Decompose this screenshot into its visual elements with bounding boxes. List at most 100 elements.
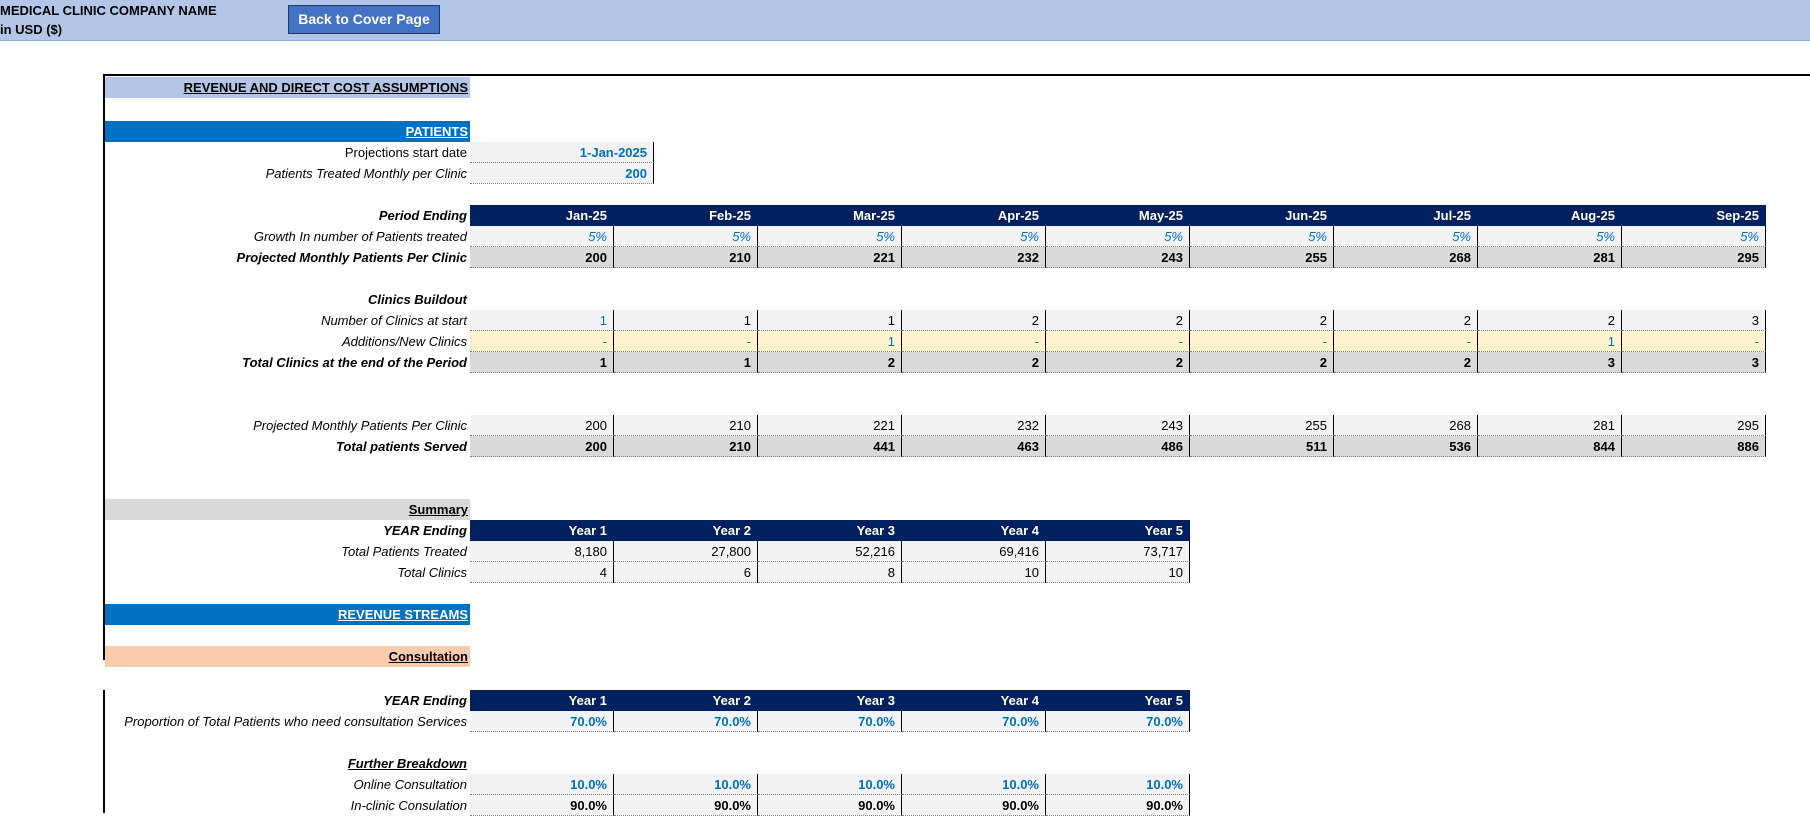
clinics-start-cell: 2 [1190,310,1334,331]
clinics-start-cell: 2 [1334,310,1478,331]
proportion-cell[interactable]: 70.0% [470,711,614,732]
projected-label: Projected Monthly Patients Per Clinic [236,250,467,265]
online-consult-cell[interactable]: 10.0% [758,774,902,795]
patients-per-clinic-label: Patients Treated Monthly per Clinic [265,166,467,181]
total-clinics-cell: 2 [1190,352,1334,373]
projected2-cell: 221 [758,415,902,436]
summary-patients-row: 8,180 27,800 52,216 69,416 73,717 [470,541,1190,562]
section-revenue-streams: REVENUE STREAMS [105,604,470,625]
projected-cell: 281 [1478,247,1622,268]
proportion-label: Proportion of Total Patients who need co… [124,714,467,729]
summary-year-header-cell: Year 2 [614,520,758,541]
month-header-cell: May-25 [1046,205,1190,226]
online-consult-cell[interactable]: 10.0% [614,774,758,795]
projected2-cell: 268 [1334,415,1478,436]
online-consult-row: 10.0% 10.0% 10.0% 10.0% 10.0% [470,774,1190,795]
summary-clinics-cell: 4 [470,562,614,583]
additions-cell[interactable]: - [1334,331,1478,352]
served-cell: 486 [1046,436,1190,457]
consult-year-header-cell: Year 2 [614,690,758,711]
consult-year-label: YEAR Ending [383,693,467,708]
clinics-start-cell: 2 [1046,310,1190,331]
additions-cell[interactable]: 1 [1478,331,1622,352]
summary-patients-cell: 73,717 [1046,541,1190,562]
projected2-cell: 232 [902,415,1046,436]
start-date-input[interactable]: 1-Jan-2025 [470,142,654,163]
proportion-cell[interactable]: 70.0% [758,711,902,732]
summary-year-row: Year 1 Year 2 Year 3 Year 4 Year 5 [470,520,1190,541]
summary-patients-cell: 52,216 [758,541,902,562]
online-consult-cell[interactable]: 10.0% [902,774,1046,795]
online-consult-label: Online Consultation [353,777,467,792]
projected-cell: 221 [758,247,902,268]
projected2-row: 200 210 221 232 243 255 268 281 295 [470,415,1766,436]
projected2-cell: 243 [1046,415,1190,436]
consult-year-header-cell: Year 1 [470,690,614,711]
projected2-cell: 210 [614,415,758,436]
online-consult-cell[interactable]: 10.0% [470,774,614,795]
served-cell: 210 [614,436,758,457]
total-clinics-cell: 2 [1334,352,1478,373]
served-label: Total patients Served [336,439,467,454]
projected-cell: 295 [1622,247,1766,268]
served-cell: 511 [1190,436,1334,457]
online-consult-cell[interactable]: 10.0% [1046,774,1190,795]
month-header-cell: Jul-25 [1334,205,1478,226]
growth-cell[interactable]: 5% [902,226,1046,247]
projected2-cell: 200 [470,415,614,436]
month-header-cell: Sep-25 [1622,205,1766,226]
projected-cell: 210 [614,247,758,268]
growth-cell[interactable]: 5% [614,226,758,247]
clinics-start-cell: 2 [902,310,1046,331]
growth-cell[interactable]: 5% [758,226,902,247]
summary-clinics-row: 4 6 8 10 10 [470,562,1190,583]
served-cell: 844 [1478,436,1622,457]
additions-cell[interactable]: - [614,331,758,352]
top-bar: MEDICAL CLINIC COMPANY NAME in USD ($) B… [0,0,1810,41]
consult-year-header-cell: Year 5 [1046,690,1190,711]
consult-year-header-cell: Year 4 [902,690,1046,711]
clinics-start-cell: 1 [470,310,614,331]
month-header-cell: Jan-25 [470,205,614,226]
company-name: MEDICAL CLINIC COMPANY NAME [0,3,217,18]
growth-cell[interactable]: 5% [1046,226,1190,247]
clinics-start-cell: 1 [758,310,902,331]
currency-label: in USD ($) [0,22,63,37]
proportion-cell[interactable]: 70.0% [902,711,1046,732]
growth-cell[interactable]: 5% [1190,226,1334,247]
month-header-cell: Aug-25 [1478,205,1622,226]
month-header-row: Jan-25 Feb-25 Mar-25 Apr-25 May-25 Jun-25 Jul-… [470,205,1766,226]
served-cell: 441 [758,436,902,457]
additions-cell[interactable]: - [902,331,1046,352]
served-cell: 200 [470,436,614,457]
section-consultation: Consultation [105,646,470,667]
month-header-cell: Jun-25 [1190,205,1334,226]
further-breakdown-label: Further Breakdown [347,756,467,771]
patients-per-clinic-input[interactable]: 200 [470,163,654,184]
summary-clinics-cell: 8 [758,562,902,583]
projected-cell: 232 [902,247,1046,268]
additions-cell[interactable]: - [470,331,614,352]
additions-label: Additions/New Clinics [342,334,467,349]
clinics-start-cell: 3 [1622,310,1766,331]
projected2-cell: 255 [1190,415,1334,436]
projected-cell: 200 [470,247,614,268]
growth-cell[interactable]: 5% [1334,226,1478,247]
additions-cell[interactable]: - [1190,331,1334,352]
growth-cell[interactable]: 5% [1622,226,1766,247]
section-patients: PATIENTS [105,121,470,142]
additions-cell[interactable]: 1 [758,331,902,352]
total-clinics-label: Total Clinics at the end of the Period [242,355,467,370]
projected2-cell: 295 [1622,415,1766,436]
back-to-cover-button[interactable]: Back to Cover Page [288,5,440,34]
proportion-cell[interactable]: 70.0% [1046,711,1190,732]
additions-cell[interactable]: - [1046,331,1190,352]
growth-cell[interactable]: 5% [1478,226,1622,247]
proportion-cell[interactable]: 70.0% [614,711,758,732]
additions-cell[interactable]: - [1622,331,1766,352]
growth-cell[interactable]: 5% [470,226,614,247]
proportion-row: 70.0% 70.0% 70.0% 70.0% 70.0% [470,711,1190,732]
total-clinics-row: 112222233 [470,352,1766,373]
projected2-cell: 281 [1478,415,1622,436]
served-cell: 886 [1622,436,1766,457]
